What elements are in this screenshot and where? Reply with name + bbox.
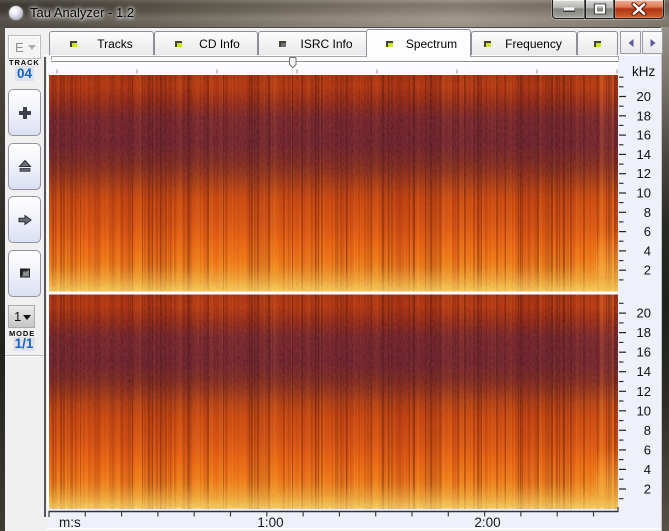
svg-text:20: 20 — [637, 306, 651, 321]
svg-text:16: 16 — [637, 345, 651, 360]
svg-text:m:s: m:s — [59, 515, 81, 530]
svg-text:6: 6 — [644, 442, 651, 457]
svg-text:10: 10 — [637, 403, 651, 418]
svg-text:2: 2 — [644, 482, 651, 497]
svg-text:4: 4 — [644, 462, 651, 477]
svg-text:14: 14 — [637, 364, 651, 379]
svg-text:12: 12 — [637, 384, 651, 399]
svg-text:8: 8 — [644, 205, 651, 220]
svg-text:2:00: 2:00 — [474, 515, 500, 530]
svg-text:16: 16 — [637, 128, 651, 143]
svg-text:14: 14 — [637, 147, 651, 162]
svg-text:2: 2 — [644, 263, 651, 278]
svg-text:10: 10 — [637, 186, 651, 201]
svg-text:kHz: kHz — [632, 64, 655, 79]
svg-text:12: 12 — [637, 166, 651, 181]
svg-text:6: 6 — [644, 224, 651, 239]
svg-text:4: 4 — [644, 243, 651, 258]
svg-text:8: 8 — [644, 423, 651, 438]
svg-text:18: 18 — [637, 325, 651, 340]
svg-text:20: 20 — [637, 89, 651, 104]
svg-text:18: 18 — [637, 108, 651, 123]
svg-text:1:00: 1:00 — [257, 515, 283, 530]
